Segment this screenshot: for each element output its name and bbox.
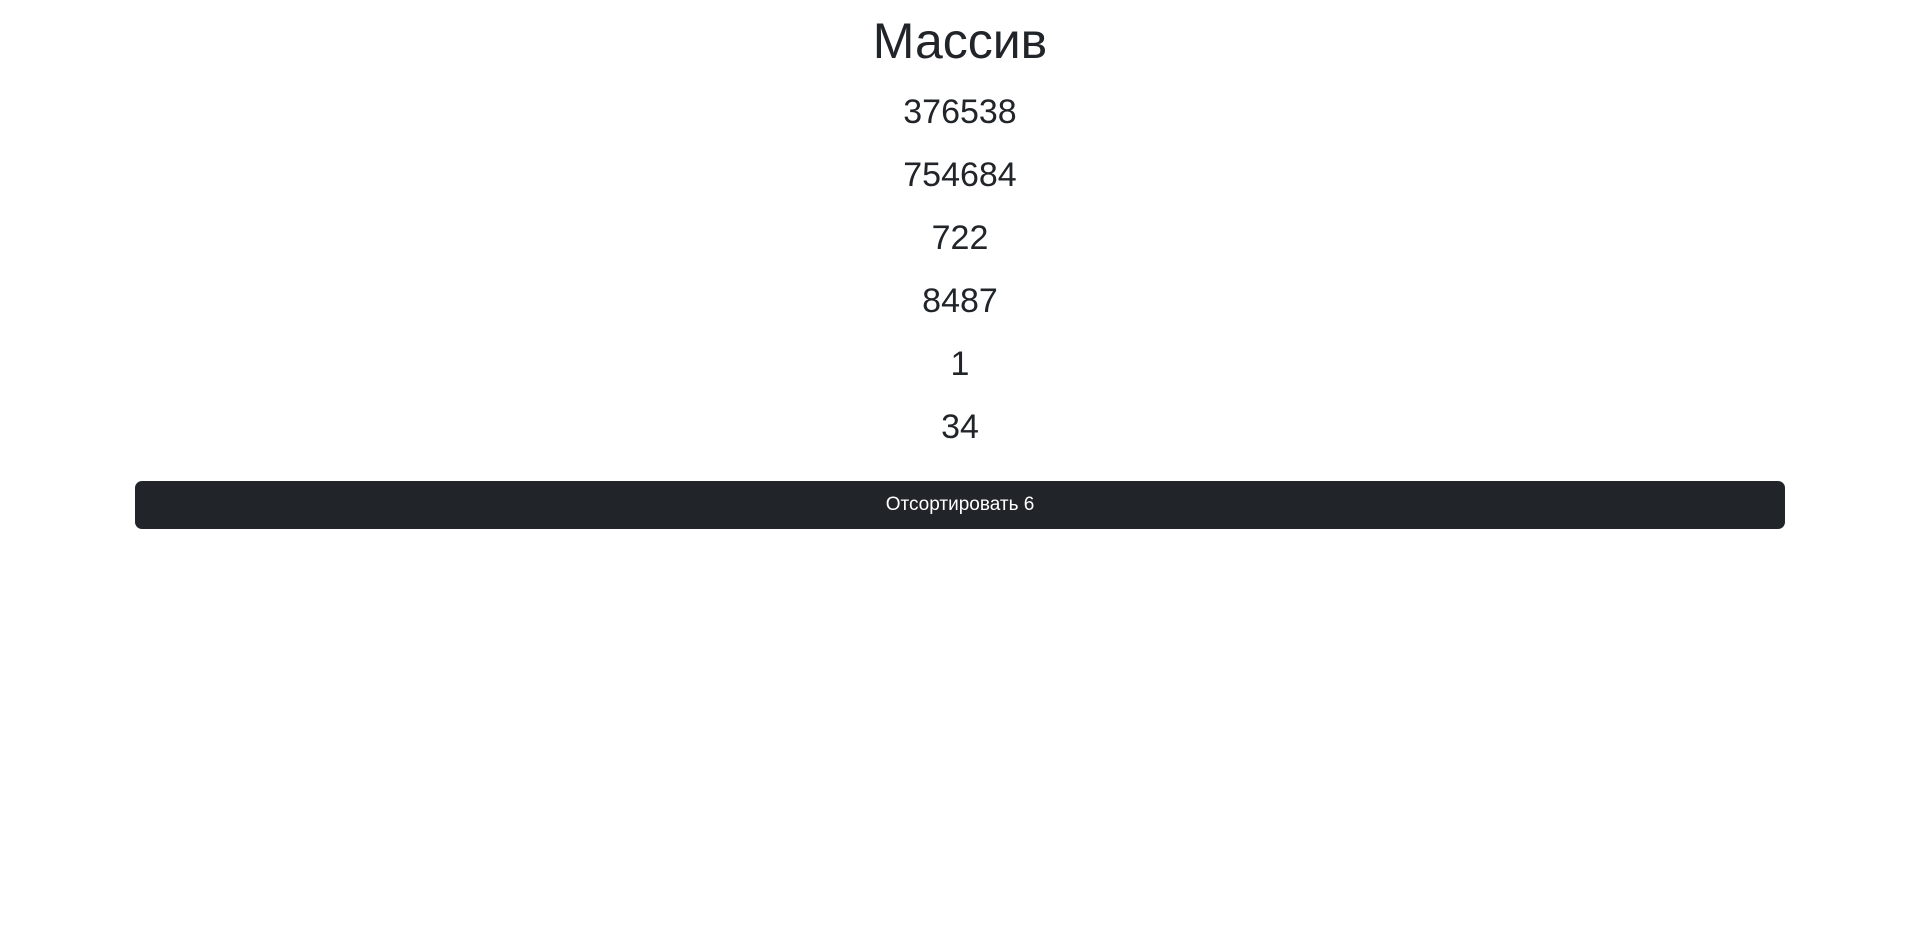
- array-item: 376538: [903, 93, 1017, 131]
- array-item: 34: [941, 408, 979, 446]
- sort-button[interactable]: Отсортировать 6: [135, 481, 1785, 529]
- array-list: 376538 754684 722 8487 1 34: [0, 87, 1920, 465]
- array-item: 1: [950, 345, 970, 383]
- array-item: 8487: [922, 282, 998, 320]
- page-title: Массив: [872, 13, 1048, 69]
- page: Массив 376538 754684 722 8487 1 34 Отсор…: [0, 0, 1920, 952]
- array-item: 754684: [903, 156, 1017, 194]
- array-item: 722: [931, 219, 989, 257]
